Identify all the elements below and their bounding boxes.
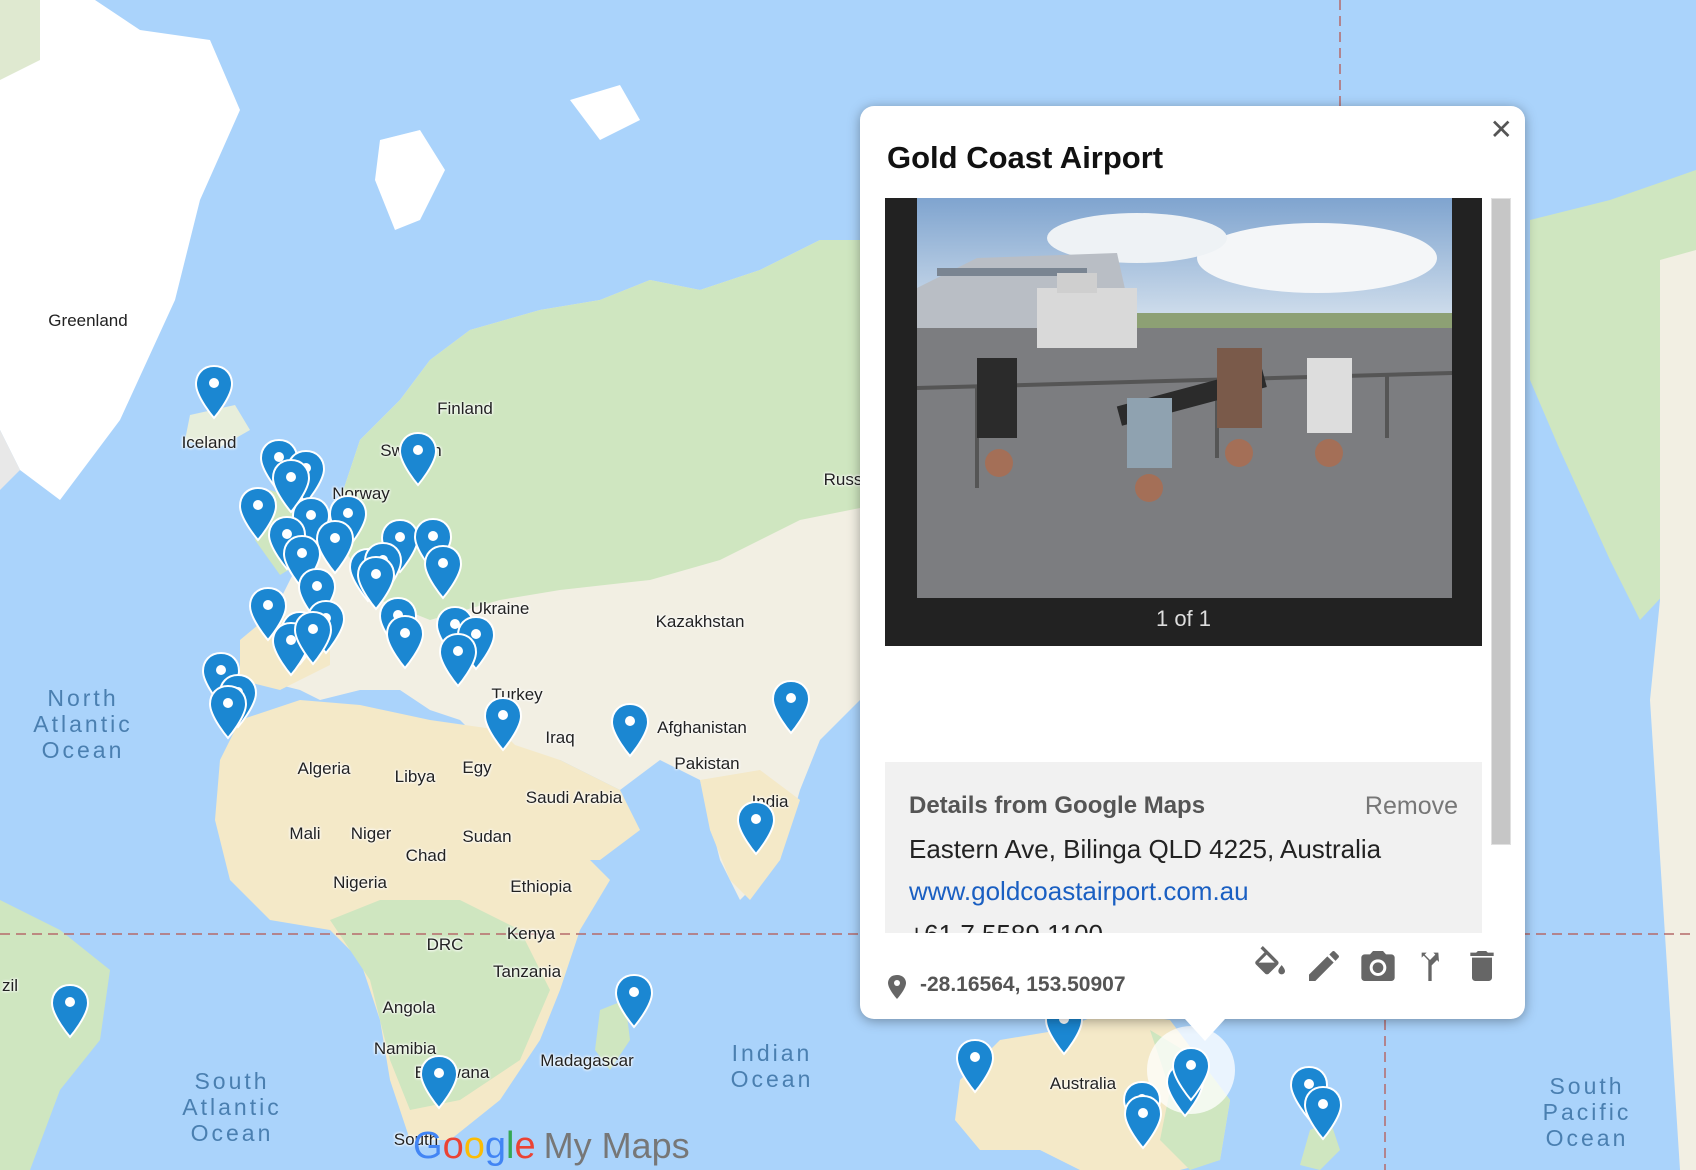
place-address: Eastern Ave, Bilinga QLD 4225, Australia [909,834,1382,864]
country-label: Russ [823,470,863,489]
country-label: Sudan [462,827,512,846]
map-marker-icon[interactable] [771,679,811,735]
country-label: Tanzania [492,962,562,981]
remove-button[interactable]: Remove [1365,792,1458,821]
map-marker-icon[interactable] [736,800,776,856]
country-label: Mali [289,824,321,843]
map-marker-icon[interactable] [1303,1085,1343,1141]
country-label: Finland [437,399,493,418]
map-marker-icon[interactable] [614,973,654,1029]
country-label: Egy [462,758,492,777]
country-label: DRC [426,935,464,954]
country-label: Kazakhstan [655,612,745,631]
camera-icon[interactable] [1358,946,1398,986]
country-label: Algeria [297,759,351,778]
map-marker-icon[interactable] [423,544,463,600]
map-marker-icon[interactable] [194,364,234,420]
map-marker-icon[interactable] [419,1054,459,1110]
scrollbar[interactable] [1491,198,1511,845]
country-label: Iceland [181,433,237,452]
selected-map-marker-icon[interactable] [1171,1046,1211,1102]
google-my-maps-logo: Google My Maps [413,1125,690,1167]
country-label: Ethiopia [510,877,572,896]
map-marker-icon[interactable] [293,610,333,666]
info-scroll-area[interactable]: 1 of 1 Details from Google Maps Remove E… [885,198,1482,933]
country-label: Libya [394,767,436,786]
country-label: Angola [382,998,436,1017]
map-marker-icon[interactable] [1123,1094,1163,1150]
country-label: Niger [350,824,392,843]
country-label: Madagascar [540,1051,634,1070]
location-pin-icon [887,974,907,1005]
info-window: ✕ Gold Coast Airport 1 of 1 Details from… [860,106,1525,1041]
ocean-label: North Atlantic Ocean [33,685,133,763]
ocean-label: Indian Ocean [730,1040,814,1092]
map-marker-icon[interactable] [610,702,650,758]
map-marker-icon[interactable] [385,614,425,670]
coordinates: -28.16564, 153.50907 [920,973,1126,996]
country-label: Australia [1049,1074,1117,1093]
country-label: zil [1,976,19,995]
photo-viewer[interactable]: 1 of 1 [885,198,1482,646]
details-header: Details from Google Maps [909,792,1206,819]
map-marker-icon[interactable] [438,632,478,688]
country-label: Kenya [506,924,556,943]
map-marker-icon[interactable] [955,1038,995,1094]
ocean-label: South Atlantic Ocean [182,1068,282,1146]
info-window-tail [1185,1019,1225,1041]
country-label: Greenland [48,311,128,330]
paint-bucket-icon[interactable] [1250,946,1290,986]
place-phone: +61 7 5589 1100 [909,919,1103,933]
ocean-label: South Pacific Ocean [1542,1073,1632,1151]
map-marker-icon[interactable] [208,684,248,740]
place-title: Gold Coast Airport [887,140,1164,175]
country-label: Nigeria [333,873,387,892]
photo-counter: 1 of 1 [1155,606,1212,631]
country-label: Saudi Arabia [525,788,623,807]
pencil-icon[interactable] [1304,946,1344,986]
map-marker-icon[interactable] [398,431,438,487]
place-photo[interactable] [917,198,1452,598]
directions-icon[interactable] [1410,946,1450,986]
country-label: Pakistan [674,754,740,773]
map-marker-icon[interactable] [483,696,523,752]
close-icon[interactable]: ✕ [1490,116,1513,144]
trash-icon[interactable] [1462,946,1502,986]
google-maps-details: Details from Google Maps Remove Eastern … [885,762,1482,933]
place-website-link[interactable]: www.goldcoastairport.com.au [909,876,1249,907]
country-label: Iraq [545,728,575,747]
country-label: Afghanistan [657,718,747,737]
country-label: Chad [405,846,447,865]
map-marker-icon[interactable] [50,983,90,1039]
